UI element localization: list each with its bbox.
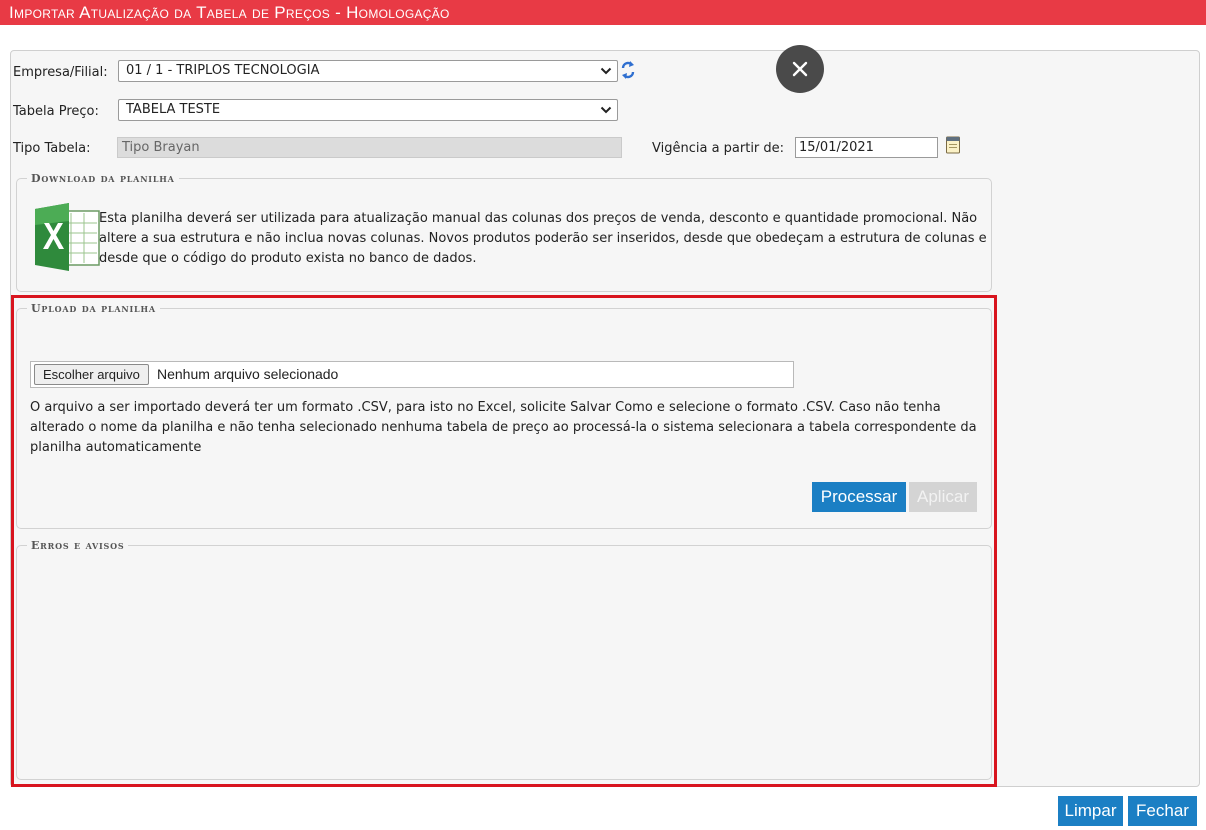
apply-button: Aplicar bbox=[909, 482, 977, 512]
chevron-down-icon bbox=[600, 106, 612, 114]
clear-button[interactable]: Limpar bbox=[1058, 796, 1123, 826]
chevron-down-icon bbox=[600, 67, 612, 75]
empresa-label: Empresa/Filial: bbox=[13, 65, 108, 80]
file-status-text: Nenhum arquivo selecionado bbox=[157, 366, 339, 382]
calendar-icon[interactable] bbox=[945, 135, 961, 155]
close-button[interactable] bbox=[776, 45, 824, 93]
tabela-select-value: TABELA TESTE bbox=[126, 102, 221, 117]
vigencia-label: Vigência a partir de: bbox=[652, 141, 785, 156]
tipo-label: Tipo Tabela: bbox=[13, 141, 91, 156]
close-form-button[interactable]: Fechar bbox=[1128, 796, 1197, 826]
upload-legend: Upload da planilha bbox=[31, 302, 156, 315]
excel-icon[interactable] bbox=[31, 201, 103, 273]
upload-description: O arquivo a ser importado deverá ter um … bbox=[30, 400, 977, 455]
vigencia-date-field[interactable]: 15/01/2021 bbox=[795, 137, 938, 158]
file-input[interactable]: Escolher arquivo Nenhum arquivo selecion… bbox=[30, 361, 794, 388]
close-icon bbox=[792, 61, 808, 77]
errors-section: Erros e avisos bbox=[16, 539, 992, 780]
choose-file-button[interactable]: Escolher arquivo bbox=[34, 364, 149, 385]
tabela-select[interactable]: TABELA TESTE bbox=[118, 99, 618, 121]
errors-legend: Erros e avisos bbox=[31, 539, 125, 552]
empresa-select-value: 01 / 1 - TRIPLOS TECNOLOGIA bbox=[126, 63, 320, 78]
download-section: Download da planilha Esta planilha dever… bbox=[16, 172, 992, 292]
upload-section: Upload da planilha Escolher arquivo Nenh… bbox=[16, 302, 992, 529]
main-panel: Empresa/Filial: 01 / 1 - TRIPLOS TECNOLO… bbox=[10, 50, 1200, 787]
refresh-icon[interactable] bbox=[620, 60, 636, 80]
empresa-select[interactable]: 01 / 1 - TRIPLOS TECNOLOGIA bbox=[118, 60, 618, 82]
download-description: Esta planilha deverá ser utilizada para … bbox=[99, 211, 987, 266]
download-legend: Download da planilha bbox=[31, 172, 175, 185]
tipo-field: Tipo Brayan bbox=[117, 137, 622, 158]
process-button[interactable]: Processar bbox=[812, 482, 906, 512]
errors-content bbox=[17, 552, 991, 779]
window-title: Importar Atualização da Tabela de Preços… bbox=[0, 0, 1206, 25]
tabela-label: Tabela Preço: bbox=[13, 104, 99, 119]
